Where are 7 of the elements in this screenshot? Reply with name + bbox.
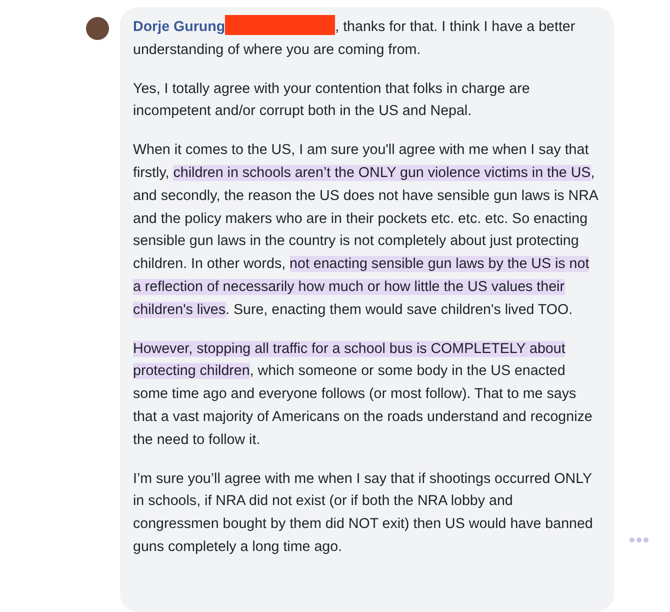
comment-paragraph: Dorje Gurung , thanks for that. I think I have a better understanding of where you are coming from. — [133, 15, 600, 62]
comment-paragraph: When it comes to the US, I am sure you'll agree with me when I say that firstly, children in schools aren’t the ONLY gun violence victims in the US, and secondly, the reason the US does not have sensible gun laws is NRA and the policy makers who are in their pockets etc. etc. etc. So enacting sensible gun laws in the country is not completely about just protecting children. In other words, not enacting sensible gun laws by the US is not a reflection of necessarily how much or how little the US values their children's lives. Sure, enacting them would save children's lived TOO. — [133, 141, 600, 320]
comment-paragraph: Yes, I totally agree with your contention that folks in charge are incompetent and/or corrupt both in the US and Nepal. — [133, 80, 531, 122]
avatar-placeholder[interactable] — [86, 17, 109, 40]
comment-paragraph: However, stopping all traffic for a school bus is COMPLETELY about protecting children, which someone or some body in the US enacted some time ago and everyone follows (or most follow). That to me says that a vast majority of Americans on the roads understand and recognize the need to follow it. — [133, 340, 594, 450]
comment-paragraph: I’m sure you’ll agree with me when I say that if shootings occurred ONLY in schools, if NRA did not exist (or if both the NRA lobby and congressmen bought by them did NOT exit) then US would have banned guns completely a long time ago. — [133, 470, 594, 557]
author-link[interactable]: Dorje Gurung — [133, 19, 226, 35]
